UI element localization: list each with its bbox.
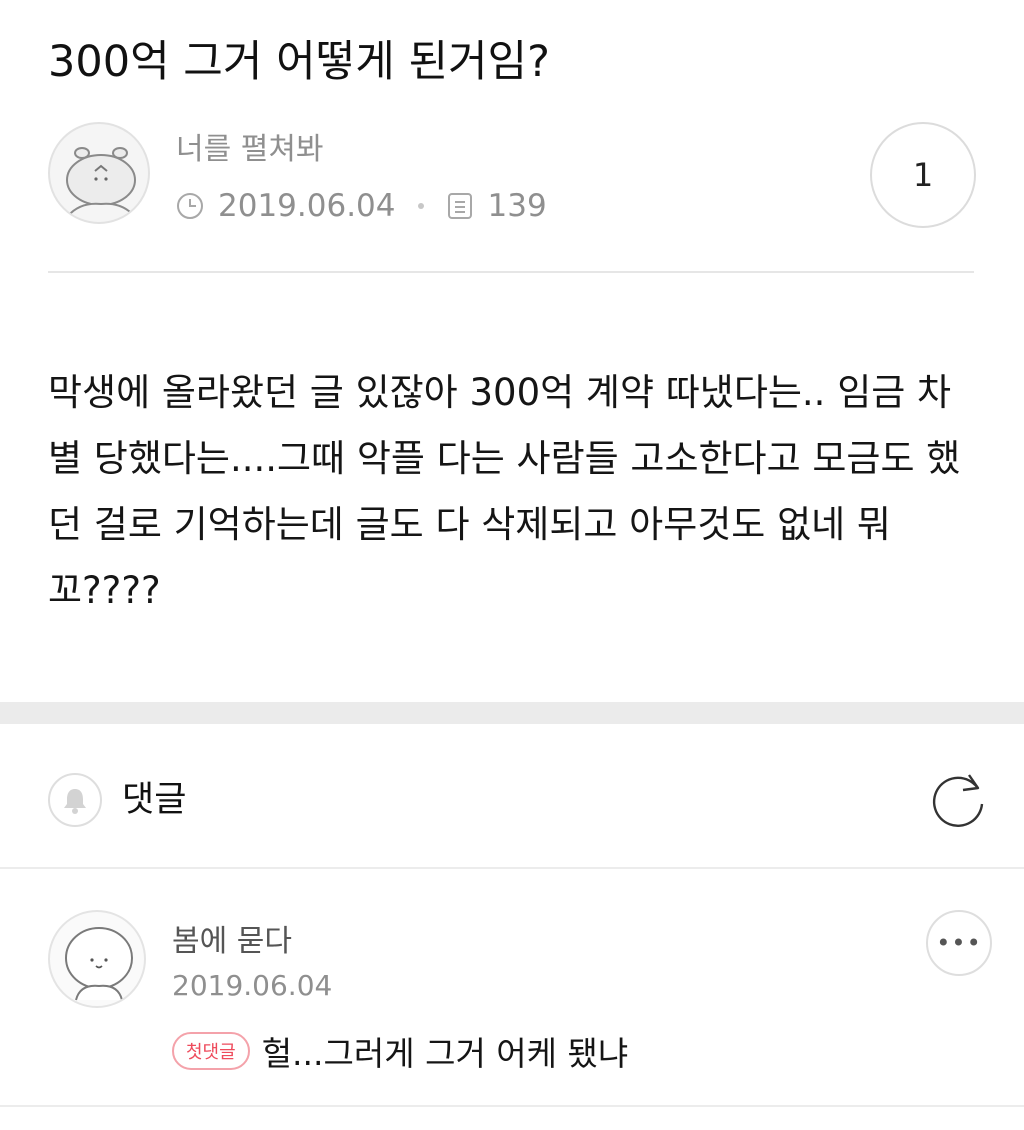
- first-comment-badge: 첫댓글: [172, 1032, 250, 1070]
- author-avatar[interactable]: [48, 122, 150, 224]
- hippo-avatar-icon: [66, 147, 136, 217]
- author-name[interactable]: 너를 펼쳐봐: [176, 128, 324, 172]
- more-options-button[interactable]: •••: [926, 910, 992, 976]
- comments-label: 댓글: [122, 780, 187, 820]
- comment-date: 2019.06.04: [172, 969, 333, 1002]
- meta-separator: [417, 203, 424, 209]
- comment-count-button[interactable]: 1: [870, 122, 976, 228]
- notification-button[interactable]: [48, 773, 102, 827]
- bear-avatar-icon: [65, 927, 133, 1001]
- post-date: 2019.06.04: [218, 188, 396, 224]
- header-divider: [48, 271, 974, 273]
- comments-header: 댓글: [48, 768, 988, 832]
- refresh-icon[interactable]: [928, 768, 988, 830]
- comment-text: 헐...그러게 그거 어케 됐냐: [261, 1034, 629, 1073]
- clock-icon: [177, 193, 203, 219]
- comment-divider: [0, 1105, 1024, 1107]
- comments-header-divider: [0, 867, 1024, 869]
- commenter-avatar[interactable]: [48, 910, 146, 1008]
- view-count: 139: [487, 188, 547, 224]
- comment-item: 봄에 묻다 2019.06.04 첫댓글 헐...그러게 그거 어케 됐냐 ••…: [48, 908, 992, 1088]
- document-icon: [447, 193, 472, 219]
- post-meta: 2019.06.04 139: [176, 184, 547, 228]
- post-body: 막생에 올라왔던 글 있잖아 300억 계약 따냈다는.. 임금 차별 당했다는…: [48, 371, 961, 612]
- comment-author[interactable]: 봄에 묻다: [172, 920, 292, 964]
- post-page: 300억 그거 어떻게 된거임? 너를 펼쳐봐 2019.06.04 139 1…: [0, 0, 1024, 1130]
- bell-icon: [64, 789, 86, 814]
- post-title: 300억 그거 어떻게 된거임?: [48, 37, 550, 87]
- author-row: 너를 펼쳐봐 2019.06.04 139 1: [48, 122, 976, 228]
- comment-content: 첫댓글 헐...그러게 그거 어케 됐냐: [172, 1026, 628, 1076]
- more-icon: •••: [936, 929, 982, 957]
- section-separator: [0, 702, 1024, 724]
